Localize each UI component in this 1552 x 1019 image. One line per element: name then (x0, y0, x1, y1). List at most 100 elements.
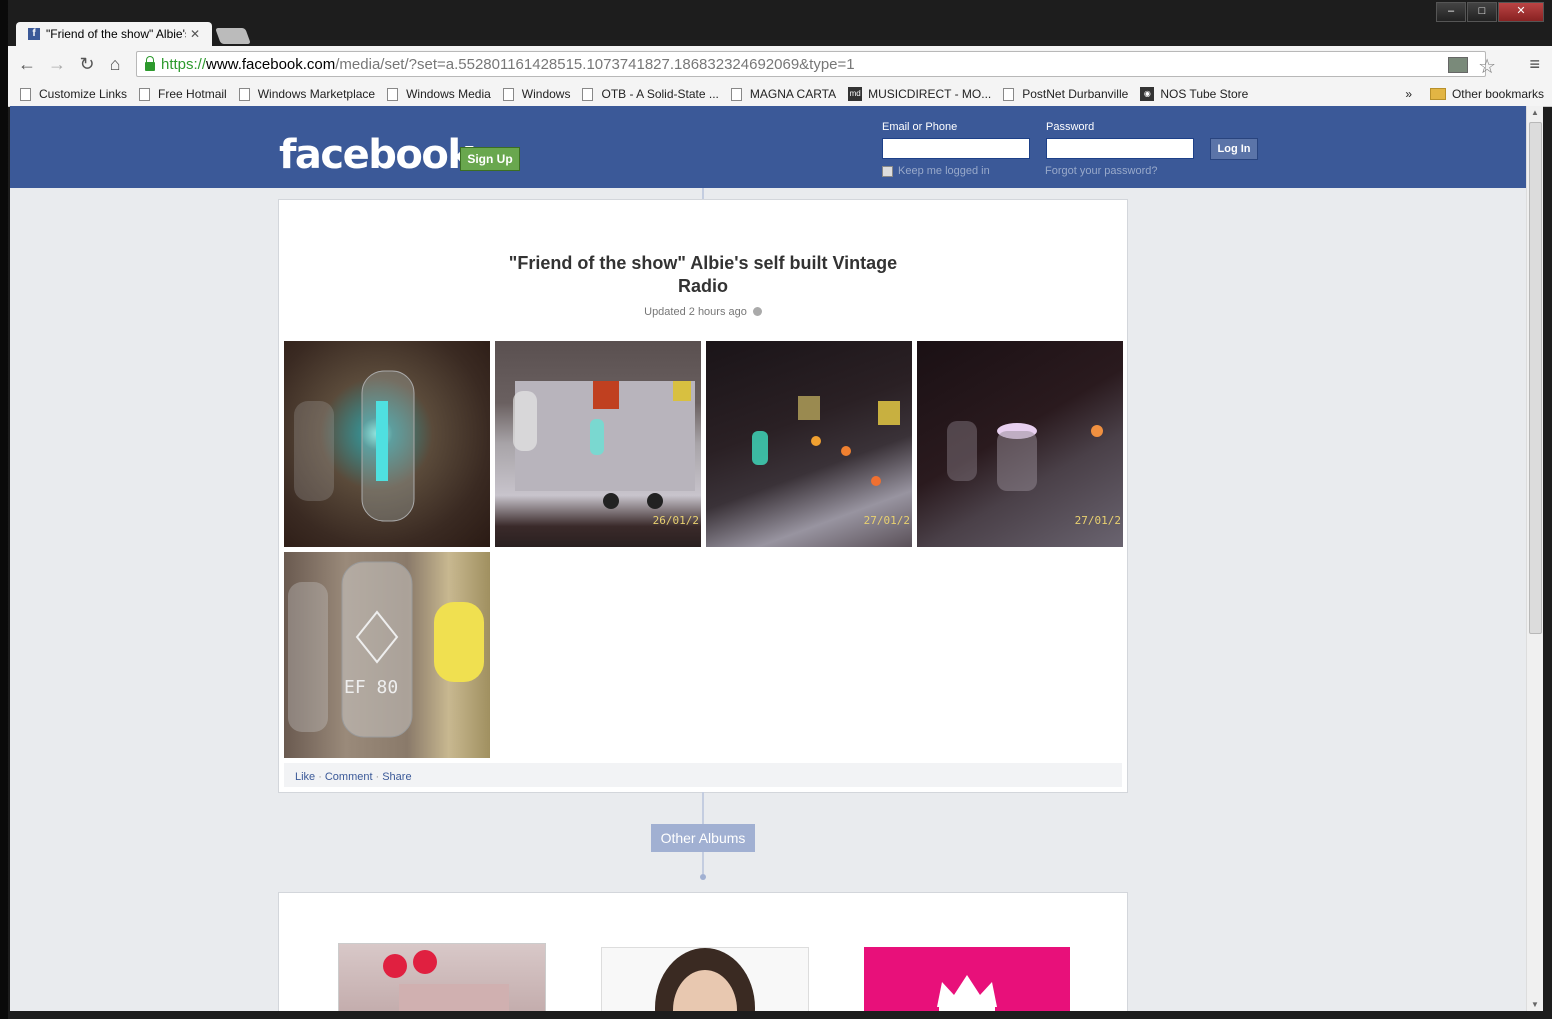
browser-toolbar: ← → ↻ ⌂ https://www.facebook.com/media/s… (8, 46, 1552, 82)
nos-tube-store-icon: ◉ (1140, 87, 1155, 101)
bookmarks-bar: Customize Links Free Hotmail Windows Mar… (8, 82, 1552, 107)
url-scheme: https:// (161, 55, 207, 73)
album-actions-bar: Like · Comment · Share (284, 763, 1122, 787)
other-bookmarks-label: Other bookmarks (1451, 87, 1544, 101)
page-icon (238, 87, 250, 101)
album-photo[interactable]: EF 80 (284, 552, 490, 758)
password-field[interactable] (1046, 138, 1194, 159)
page-icon (502, 87, 514, 101)
album-thumbnail[interactable] (338, 943, 546, 1011)
comment-link[interactable]: Comment (325, 771, 373, 783)
bookmark-windows[interactable]: Windows (502, 87, 571, 101)
portrait-illustration (655, 948, 755, 1011)
new-tab-button[interactable] (215, 28, 251, 44)
bookmark-magna-carta[interactable]: MAGNA CARTA (730, 87, 837, 101)
album-title-line: "Friend of the show" Albie's self built … (508, 253, 898, 273)
page-action-icon[interactable] (1448, 57, 1469, 73)
separator: · (318, 771, 322, 783)
bookmark-windows-media[interactable]: Windows Media (387, 87, 491, 101)
keep-logged-in-checkbox[interactable] (882, 166, 893, 177)
password-label: Password (1046, 121, 1095, 133)
title-bar: f "Friend of the show" Albie's self buil… (8, 0, 1552, 46)
crown-icon (937, 975, 997, 1011)
window-controls: – □ ✕ (1435, 2, 1544, 22)
facebook-logo[interactable]: facebook (279, 132, 474, 178)
page-icon (387, 87, 399, 101)
updated-text: Updated 2 hours ago (644, 306, 747, 318)
bookmark-label: PostNet Durbanville (1022, 87, 1129, 101)
bookmark-label: MAGNA CARTA (749, 87, 837, 101)
bookmark-customize-links[interactable]: Customize Links (20, 87, 127, 101)
page-viewport: facebook Sign Up Email or Phone Password… (10, 106, 1526, 1011)
bookmark-free-hotmail[interactable]: Free Hotmail (139, 87, 227, 101)
lock-icon (145, 55, 155, 71)
other-albums-label: Other Albums (651, 824, 755, 852)
email-label: Email or Phone (882, 121, 958, 133)
bookmark-label: MUSICDIRECT - MO... (868, 87, 992, 101)
tab-title: "Friend of the show" Albie's self built … (46, 27, 186, 41)
bookmark-label: Windows Media (406, 87, 491, 101)
album-photo[interactable] (284, 341, 490, 547)
bookmark-nos-tube-store[interactable]: ◉ NOS Tube Store (1140, 87, 1248, 101)
bookmarks-overflow-button[interactable]: » (1405, 87, 1412, 101)
bookmark-label: Customize Links (39, 87, 128, 101)
album-actions: Like · Comment · Share (295, 769, 412, 783)
tab-close-icon[interactable]: ✕ (190, 27, 200, 41)
globe-icon (752, 307, 762, 316)
page-icon (20, 87, 31, 101)
bookmark-label: Windows (521, 87, 571, 101)
browser-tab[interactable]: f "Friend of the show" Albie's self buil… (16, 22, 212, 46)
scroll-down-icon[interactable]: ▼ (1531, 1000, 1539, 1009)
folder-icon (1429, 88, 1446, 100)
page-icon (139, 87, 151, 101)
address-bar[interactable]: https://www.facebook.com/media/set/?set=… (136, 51, 1486, 77)
bookmark-label: NOS Tube Store (1160, 87, 1249, 101)
omnibox-icons: ☆ (1448, 54, 1496, 79)
bookmark-otb[interactable]: OTB - A Solid-State ... (582, 87, 719, 101)
bookmark-windows-marketplace[interactable]: Windows Marketplace (238, 87, 376, 101)
email-field[interactable] (882, 138, 1030, 159)
keep-logged-in-label: Keep me logged in (898, 165, 990, 177)
other-bookmarks[interactable]: Other bookmarks (1429, 87, 1544, 101)
page-icon (730, 87, 742, 101)
share-link[interactable]: Share (382, 771, 411, 783)
minnie-ears-illustration (383, 950, 509, 1011)
vertical-scrollbar[interactable]: ▲ ▼ (1526, 106, 1543, 1011)
photo-datestamp: 26/01/2 (652, 514, 699, 527)
vacuum-tube-illustration (294, 370, 415, 522)
bookmark-star-icon[interactable]: ☆ (1478, 54, 1496, 79)
photo-datestamp: 27/01/2 (1074, 514, 1121, 527)
timeline-connector (702, 792, 704, 824)
album-title: "Friend of the show" Albie's self built … (279, 252, 1127, 298)
url-host: www.facebook.com (206, 55, 336, 73)
sign-up-button[interactable]: Sign Up (460, 147, 520, 171)
reload-icon[interactable]: ↻ (76, 54, 98, 75)
album-thumbnail[interactable] (864, 947, 1070, 1011)
telefunken-tube-illustration (288, 561, 484, 738)
home-icon[interactable]: ⌂ (104, 54, 126, 75)
album-thumbnail[interactable] (601, 947, 809, 1011)
bookmark-label: Windows Marketplace (257, 87, 376, 101)
close-window-button[interactable]: ✕ (1498, 2, 1544, 22)
log-in-button[interactable]: Log In (1210, 138, 1258, 160)
url-path: /media/set/?set=a.552801161428515.107374… (335, 55, 855, 73)
chrome-menu-icon[interactable]: ≡ (1529, 54, 1540, 75)
bookmark-musicdirect[interactable]: md MUSICDIRECT - MO... (848, 87, 991, 101)
like-link[interactable]: Like (295, 771, 315, 783)
album-photo[interactable]: 27/01/2 (706, 341, 912, 547)
album-updated: Updated 2 hours ago (279, 306, 1127, 318)
album-photo[interactable]: 27/01/2 (917, 341, 1123, 547)
scroll-up-icon[interactable]: ▲ (1531, 108, 1539, 117)
back-arrow-icon[interactable]: ← (16, 54, 38, 75)
other-albums-card (278, 892, 1128, 1011)
album-photo[interactable]: 26/01/2 (495, 341, 701, 547)
address-url: https://www.facebook.com/media/set/?set=… (161, 56, 855, 73)
forgot-password-link[interactable]: Forgot your password? (1045, 165, 1158, 177)
maximize-button[interactable]: □ (1467, 2, 1497, 22)
scrollbar-thumb[interactable] (1529, 122, 1542, 634)
bookmark-label: OTB - A Solid-State ... (601, 87, 719, 101)
minimize-button[interactable]: – (1436, 2, 1466, 22)
forward-arrow-icon[interactable]: → (46, 54, 68, 75)
page-icon (1003, 87, 1015, 101)
bookmark-postnet[interactable]: PostNet Durbanville (1003, 87, 1128, 101)
